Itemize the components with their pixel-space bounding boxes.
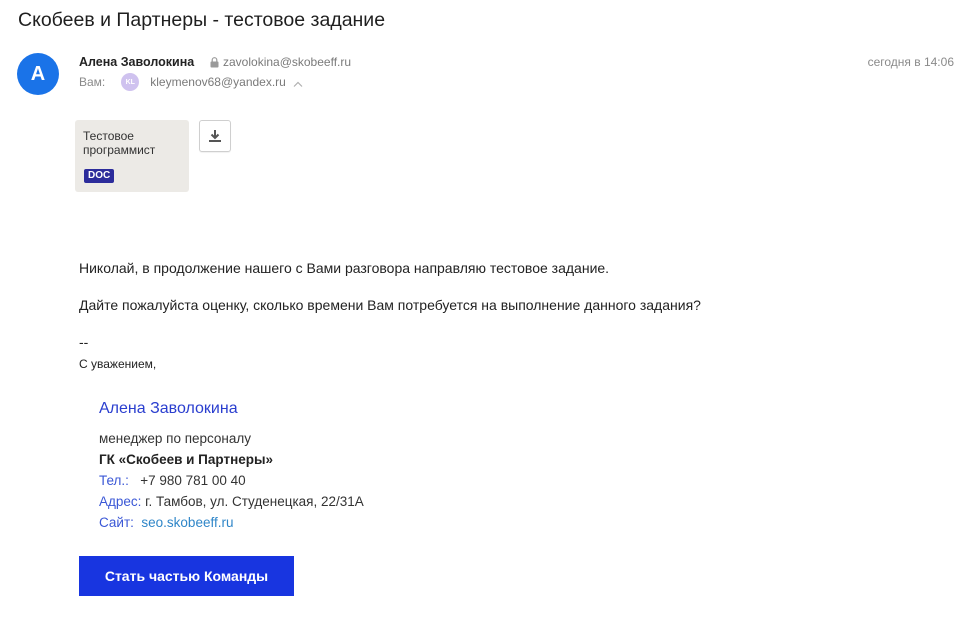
body-paragraph-1: Николай, в продолжение нашего с Вами раз… xyxy=(79,260,610,276)
phone-value: +7 980 781 00 40 xyxy=(140,473,246,488)
site-link[interactable]: seo.skobeeff.ru xyxy=(141,515,233,530)
recipient-row: Вам: KL kleymenov68@yandex.ru xyxy=(79,72,303,92)
signature-site-row: Сайт: seo.skobeeff.ru xyxy=(99,515,233,530)
signature-role: менеджер по персоналу xyxy=(99,431,252,446)
sender-avatar[interactable]: A xyxy=(17,53,59,95)
address-value: г. Тамбов, ул. Студенецкая, 22/31А xyxy=(145,494,364,509)
recipient-label: Вам: xyxy=(79,75,106,89)
attachment-card[interactable]: Тестовое программист DOC xyxy=(75,120,189,192)
doc-type-badge: DOC xyxy=(84,169,115,183)
recipient-email[interactable]: kleymenov68@yandex.ru xyxy=(150,75,286,89)
address-label: Адрес: xyxy=(99,494,142,509)
signature-company: ГК «Скобеев и Партнеры» xyxy=(99,452,274,467)
sender-email-group[interactable]: zavolokina@skobeeff.ru xyxy=(210,55,351,69)
lock-icon xyxy=(210,56,219,67)
signature-phone-row: Тел.: +7 980 781 00 40 xyxy=(99,473,246,488)
site-label: Сайт: xyxy=(99,515,134,530)
email-date: сегодня в 14:06 xyxy=(867,55,954,69)
download-icon xyxy=(209,130,221,142)
signature-name: Алена Заволокина xyxy=(99,400,238,417)
body-paragraph-2: Дайте пожалуйста оценку, сколько времени… xyxy=(79,297,701,313)
chevron-up-icon[interactable] xyxy=(293,81,303,87)
join-team-button[interactable]: Стать частью Команды xyxy=(79,556,294,596)
recipient-avatar[interactable]: KL xyxy=(121,73,140,91)
phone-label: Тел.: xyxy=(99,473,129,488)
attachment-name: Тестовое программист xyxy=(83,129,156,157)
signature-address-row: Адрес: г. Тамбов, ул. Студенецкая, 22/31… xyxy=(99,494,364,509)
download-button[interactable] xyxy=(199,120,231,152)
signature-separator: -- xyxy=(79,334,89,350)
email-subject: Скобеев и Партнеры - тестовое задание xyxy=(18,9,386,31)
sender-name[interactable]: Алена Заволокина xyxy=(79,55,194,69)
regards-text: С уважением, xyxy=(79,357,157,371)
sender-email: zavolokina@skobeeff.ru xyxy=(223,55,352,69)
